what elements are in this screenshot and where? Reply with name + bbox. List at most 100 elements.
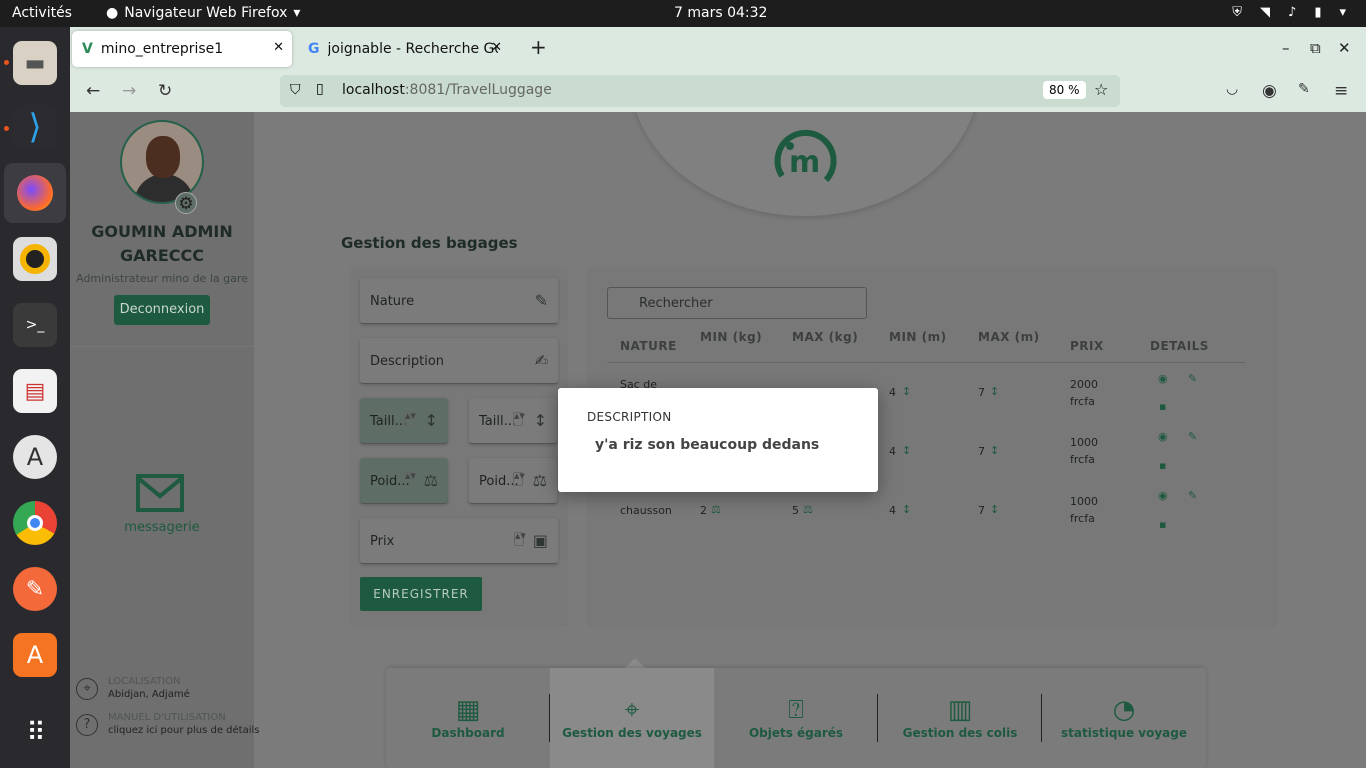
height-arrow-icon: ↕ <box>990 503 1000 516</box>
gear-icon[interactable]: ⚙ <box>175 192 197 214</box>
close-window-button[interactable]: ✕ <box>1338 39 1351 57</box>
show-apps-icon[interactable]: ⠿ <box>13 711 57 755</box>
forward-button[interactable]: → <box>122 81 136 101</box>
nature-field[interactable]: Nature ✎ <box>360 278 558 324</box>
cell-min-kg: 2 <box>700 504 707 517</box>
eye-icon[interactable]: ◉ <box>1158 372 1168 385</box>
mail-icon[interactable] <box>136 474 184 514</box>
stepper-icon[interactable]: ▲▼ <box>514 532 526 546</box>
menu-icon[interactable]: ≡ <box>1334 81 1348 101</box>
lost-luggage-icon: ⍰ <box>788 695 804 725</box>
chevron-down-icon: ▾ <box>1339 5 1346 20</box>
description-dialog[interactable]: DESCRIPTION y'a riz son beaucoup dedans <box>558 388 878 492</box>
trash-icon[interactable]: ▪ <box>1159 400 1166 413</box>
postman-icon[interactable]: ✎ <box>13 567 57 611</box>
svg-text:m: m <box>789 145 820 180</box>
price-field[interactable]: Prix ▲▼ ▣ <box>360 518 558 564</box>
cell-max-kg: 5 <box>792 504 799 517</box>
search-placeholder: Rechercher <box>639 296 713 311</box>
cell-price: 1000 <box>1070 495 1098 508</box>
tab-google[interactable]: G joignable - Recherche Go ✕ <box>298 31 510 67</box>
close-icon[interactable]: ✕ <box>273 40 284 55</box>
os-top-bar: Activités ● Navigateur Web Firefox ▾ 7 m… <box>0 0 1366 27</box>
nav-lost-items[interactable]: ⍰ Objets égarés <box>714 668 878 768</box>
document-viewer-icon[interactable]: ▤ <box>13 369 57 413</box>
page-icon: ▯ <box>316 81 324 97</box>
close-icon[interactable]: ✕ <box>491 40 502 55</box>
google-icon: G <box>308 41 320 57</box>
software-updater-icon[interactable]: A <box>13 435 57 479</box>
firefox-icon[interactable] <box>4 163 66 223</box>
nav-statistics[interactable]: ◔ statistique voyage <box>1042 668 1206 768</box>
column-header: MIN (m) <box>889 330 947 344</box>
terminal-icon[interactable]: >_ <box>13 303 57 347</box>
tab-mino[interactable]: V mino_entreprise1 ✕ <box>72 31 292 67</box>
size-min-field[interactable]: Taill... ▲▼ ↕ <box>360 398 448 444</box>
shield-icon[interactable]: ⛉ <box>290 82 301 98</box>
logout-button[interactable]: Deconnexion <box>114 295 210 325</box>
pencil-icon: ✎ <box>534 291 548 310</box>
minimize-button[interactable]: – <box>1282 39 1290 57</box>
nav-dashboard[interactable]: ▦ Dashboard <box>386 668 550 768</box>
location-pin-icon: ⌖ <box>76 678 98 700</box>
back-button[interactable]: ← <box>86 81 100 101</box>
trash-icon[interactable]: ▪ <box>1159 518 1166 531</box>
chart-icon: ◔ <box>1112 695 1136 725</box>
app-center-icon[interactable]: A <box>13 633 57 677</box>
app-menu[interactable]: ● Navigateur Web Firefox ▾ <box>106 5 300 21</box>
column-header: NATURE <box>620 339 677 353</box>
size-min-label: Taill... <box>370 414 407 429</box>
pocket-icon[interactable]: ◡ <box>1226 81 1238 97</box>
rhythmbox-icon[interactable] <box>13 237 57 281</box>
tab-strip: V mino_entreprise1 ✕ G joignable - Reche… <box>70 27 1366 71</box>
pencil-icon[interactable]: ✎ <box>1188 430 1197 443</box>
pencil-icon[interactable]: ✎ <box>1188 489 1197 502</box>
column-header: PRIX <box>1070 339 1104 353</box>
eye-icon[interactable]: ◉ <box>1158 489 1168 502</box>
nav-parcels[interactable]: ▥ Gestion des colis <box>878 668 1042 768</box>
vscode-icon[interactable]: ⟩ <box>13 105 57 149</box>
size-max-field[interactable]: Taill... ▲▼ ↕ <box>469 398 557 444</box>
description-label: Description <box>370 354 445 369</box>
stepper-icon[interactable]: ▲▼ <box>404 412 416 426</box>
messaging-link[interactable]: messagerie <box>70 520 254 535</box>
zoom-indicator[interactable]: 80 % <box>1043 81 1086 99</box>
search-input[interactable]: Rechercher <box>607 287 867 319</box>
pencil-icon[interactable]: ✎ <box>1188 372 1197 385</box>
weight-icon: ⚖ <box>711 503 721 516</box>
user-sidebar: ⚙ GOUMIN ADMIN GARECCC Administrateur mi… <box>70 112 260 768</box>
trash-icon[interactable]: ▪ <box>1159 459 1166 472</box>
cell-price: 2000 <box>1070 378 1098 391</box>
weight-min-field[interactable]: Poid... ▲▼ ⚖ <box>360 458 448 504</box>
column-header: MAX (m) <box>978 330 1040 344</box>
height-arrow-icon: ↕ <box>424 411 438 430</box>
bookmark-star-icon[interactable]: ☆ <box>1094 80 1108 99</box>
activities-button[interactable]: Activités <box>12 5 72 21</box>
route-icon: ⌖ <box>624 695 640 725</box>
nav-trips[interactable]: ⌖ Gestion des voyages <box>550 668 714 768</box>
parcel-icon: ▥ <box>947 695 973 725</box>
description-field[interactable]: Description ✍ <box>360 338 558 384</box>
extension-icon[interactable]: ✎ <box>1298 81 1310 97</box>
stepper-icon[interactable]: ▲▼ <box>513 412 525 426</box>
clock[interactable]: 7 mars 04:32 <box>674 5 767 21</box>
url-text[interactable]: localhost:8081/TravelLuggage <box>342 82 552 98</box>
address-bar[interactable]: ⛉ ▯ localhost:8081/TravelLuggage 80 % ☆ <box>280 75 1120 107</box>
nature-label: Nature <box>370 294 415 309</box>
restore-button[interactable]: ⧉ <box>1310 39 1321 57</box>
new-tab-button[interactable]: + <box>530 35 547 59</box>
save-button[interactable]: ENREGISTRER <box>360 577 482 611</box>
cell-max-m: 7 <box>978 386 985 399</box>
stepper-icon[interactable]: ▲▼ <box>513 472 525 486</box>
reload-button[interactable]: ↻ <box>158 81 172 101</box>
height-arrow-icon: ↕ <box>990 385 1000 398</box>
weight-max-field[interactable]: Poid... ▲▼ ⚖ <box>469 458 557 504</box>
stepper-icon[interactable]: ▲▼ <box>404 472 416 486</box>
eye-icon[interactable]: ◉ <box>1158 430 1168 443</box>
chevron-down-icon: ▾ <box>293 5 301 21</box>
system-tray[interactable]: ⛨ ◥ ♪ ▮ ▾ <box>1232 5 1346 20</box>
account-icon[interactable]: ◉ <box>1262 81 1277 101</box>
nav-label: statistique voyage <box>1061 726 1187 740</box>
files-icon[interactable]: ▬ <box>13 41 57 85</box>
chrome-icon[interactable] <box>13 501 57 545</box>
